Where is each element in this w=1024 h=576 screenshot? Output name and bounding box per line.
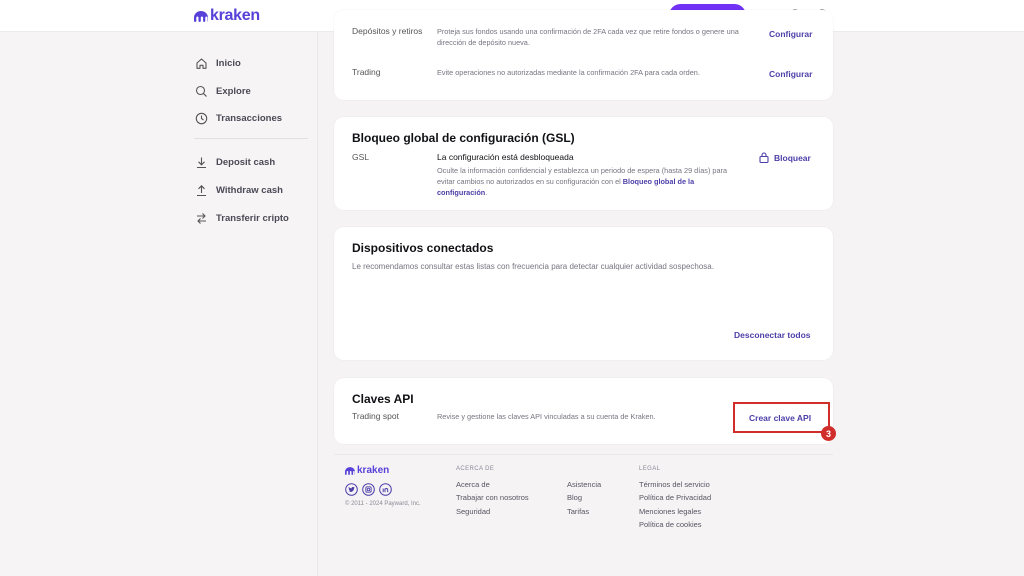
- footer-link[interactable]: Menciones legales: [639, 507, 701, 516]
- sidebar-item-explore[interactable]: Explore: [195, 83, 251, 99]
- devices-desc: Le recomendamos consultar estas listas c…: [352, 262, 714, 271]
- footer-divider: [334, 454, 833, 455]
- twofa-row-desc: Evite operaciones no autorizadas mediant…: [437, 68, 700, 77]
- disconnect-all-button[interactable]: Desconectar todos: [734, 330, 811, 340]
- configure-deposits-button[interactable]: Configurar: [769, 29, 812, 39]
- sidebar-divider: [194, 138, 308, 139]
- footer-link[interactable]: Política de cookies: [639, 520, 702, 529]
- twofa-card: [334, 10, 833, 100]
- footer-link[interactable]: Trabajar con nosotros: [456, 493, 529, 502]
- api-title: Claves API: [352, 392, 414, 406]
- footer-link[interactable]: Política de Privacidad: [639, 493, 711, 502]
- logo-text: kraken: [210, 7, 260, 24]
- twofa-row-label: Depósitos y retiros: [352, 26, 423, 36]
- kraken-logo-icon: [345, 466, 355, 475]
- gsl-status: La configuración está desbloqueada: [437, 152, 574, 162]
- gsl-title: Bloqueo global de configuración (GSL): [352, 131, 575, 145]
- home-icon: [196, 57, 207, 69]
- twofa-row-label: Trading: [352, 67, 381, 77]
- configure-trading-button[interactable]: Configurar: [769, 69, 812, 79]
- footer-heading-legal: LEGAL: [639, 466, 661, 472]
- footer-link[interactable]: Acerca de: [456, 480, 490, 489]
- highlight-box: [733, 402, 830, 433]
- sidebar-item-label: Transacciones: [216, 112, 283, 124]
- sidebar-item-transacciones[interactable]: Transacciones: [195, 110, 282, 126]
- footer-heading-about: ACERCA DE: [456, 466, 495, 472]
- lock-icon: [759, 152, 769, 163]
- sidebar-item-transferir-cripto[interactable]: Transferir cripto: [195, 210, 289, 226]
- devices-title: Dispositivos conectados: [352, 241, 494, 255]
- transfer-icon: [197, 212, 206, 224]
- search-icon: [195, 85, 207, 97]
- download-icon: [197, 157, 206, 168]
- sidebar-item-label: Deposit cash: [216, 156, 276, 168]
- footer-logo[interactable]: kraken: [345, 465, 389, 476]
- footer-logo-text: kraken: [357, 465, 390, 476]
- upload-icon: [197, 184, 206, 196]
- api-label: Trading spot: [352, 411, 399, 421]
- kraken-logo-icon: [194, 10, 208, 22]
- sidebar-item-label: Withdraw cash: [216, 184, 283, 196]
- clock-icon: [195, 112, 208, 124]
- sidebar-item-label: Inicio: [216, 57, 241, 69]
- footer-link[interactable]: Asistencia: [567, 480, 601, 489]
- sidebar-item-inicio[interactable]: Inicio: [195, 55, 241, 71]
- copyright: © 2011 - 2024 Payward, Inc.: [345, 501, 421, 507]
- footer-link[interactable]: Blog: [567, 493, 582, 502]
- sidebar-item-deposit-cash[interactable]: Deposit cash: [195, 154, 275, 170]
- twitter-icon[interactable]: [345, 483, 358, 496]
- step-badge: 3: [821, 426, 836, 441]
- api-desc: Revise y gestione las claves API vincula…: [437, 412, 656, 421]
- footer-link[interactable]: Tarifas: [567, 507, 589, 516]
- sidebar-item-withdraw-cash[interactable]: Withdraw cash: [195, 182, 283, 198]
- footer-link[interactable]: Seguridad: [456, 507, 490, 516]
- sidebar-item-label: Explore: [216, 85, 251, 97]
- gsl-label: GSL: [352, 152, 370, 162]
- twofa-row-desc: Proteja sus fondos usando una confirmaci…: [437, 27, 739, 47]
- kraken-logo[interactable]: kraken: [194, 7, 260, 24]
- gsl-desc: Oculte la información confidencial y est…: [437, 166, 728, 197]
- linkedin-icon[interactable]: [379, 483, 392, 496]
- sidebar-item-label: Transferir cripto: [216, 212, 289, 224]
- footer-link[interactable]: Términos del servicio: [639, 480, 710, 489]
- lock-settings-button[interactable]: Bloquear: [759, 152, 811, 163]
- instagram-icon[interactable]: [362, 483, 375, 496]
